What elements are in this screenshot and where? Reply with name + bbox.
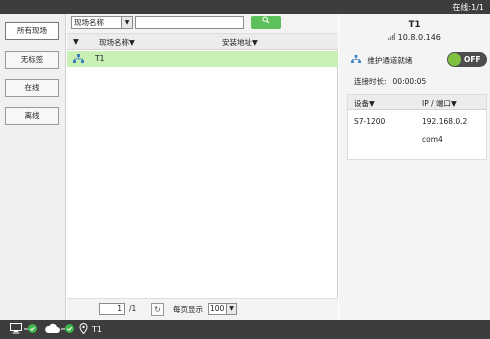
column-header-site-name[interactable]: 现场名称▼ — [99, 37, 135, 48]
nav-online-button[interactable]: 在线 — [5, 79, 59, 97]
status-footer: T1 — [0, 320, 490, 339]
page-total: /1 — [129, 304, 137, 313]
search-filter-value: 现场名称 — [74, 18, 104, 27]
per-page-label: 每页显示 — [173, 305, 203, 314]
online-count: 在线:1/1 — [452, 3, 484, 12]
nav-untagged-button[interactable]: 无标签 — [5, 51, 59, 69]
detail-ip-text: 10.8.0.146 — [397, 33, 441, 42]
search-icon — [262, 16, 270, 26]
table-header: ▼ 现场名称▼ 安装地址▼ — [67, 34, 338, 50]
chevron-down-icon: ▼ — [226, 304, 236, 314]
footer-site-name: T1 — [92, 325, 102, 334]
left-nav: 所有现场 无标签 在线 离线 — [0, 14, 66, 320]
chevron-down-icon: ▼ — [121, 17, 132, 28]
nav-all-sites-button[interactable]: 所有现场 — [5, 22, 59, 40]
search-filter-select[interactable]: 现场名称 ▼ — [71, 16, 133, 29]
per-page-value: 100 — [210, 304, 225, 313]
device-table: 设备▼ IP / 端口▼ S7-1200 192.168.0.2 com4 — [347, 94, 487, 160]
location-pin-icon — [79, 322, 88, 336]
column-header-device[interactable]: 设备▼ — [354, 98, 375, 109]
toggle-label: OFF — [464, 55, 481, 64]
maintenance-label: 维护通道就绪 — [367, 56, 413, 65]
connection-duration-value: 00:00:05 — [392, 77, 427, 86]
cloud-icon — [44, 323, 60, 336]
device-address-cell: com4 — [422, 135, 443, 144]
device-name-cell: S7-1200 — [354, 117, 386, 126]
column-header-status[interactable]: ▼ — [73, 37, 79, 46]
per-page-select[interactable]: 100 ▼ — [208, 303, 237, 315]
device-address-cell: 192.168.0.2 — [422, 117, 468, 126]
connected-check-icon — [61, 323, 75, 336]
refresh-icon: ↻ — [154, 305, 161, 314]
connected-check-icon — [24, 323, 38, 336]
search-input[interactable] — [135, 16, 244, 29]
table-row[interactable]: T1 — [67, 51, 338, 67]
connection-duration: 连接时长: 00:00:05 — [354, 76, 426, 87]
refresh-button[interactable]: ↻ — [151, 303, 164, 316]
column-header-address[interactable]: 安装地址▼ — [222, 37, 258, 48]
search-bar: 现场名称 ▼ — [67, 14, 338, 34]
device-detail-panel: T1 10.8.0.146 维护通道就绪 OFF 连接时长: 00:00:05 设… — [339, 14, 490, 320]
pagination: 1 /1 ↻ 每页显示 100 ▼ — [67, 298, 338, 320]
top-bar: 在线:1/1 — [0, 0, 490, 14]
maintenance-toggle[interactable]: OFF — [447, 52, 487, 67]
network-icon — [73, 54, 84, 65]
column-header-ip-port[interactable]: IP / 端口▼ — [422, 98, 457, 109]
connection-duration-label: 连接时长: — [354, 77, 387, 86]
device-table-header: 设备▼ IP / 端口▼ — [348, 95, 486, 110]
toggle-knob — [448, 53, 461, 66]
site-list-panel: 现场名称 ▼ ▼ 现场名称▼ 安装地址▼ T1 1 /1 ↻ 每页显示 100 … — [67, 14, 338, 320]
network-icon — [351, 55, 363, 65]
detail-ip: 10.8.0.146 — [339, 33, 490, 42]
nav-offline-button[interactable]: 离线 — [5, 107, 59, 125]
page-number-input[interactable]: 1 — [99, 303, 125, 315]
search-button[interactable] — [251, 16, 281, 29]
maintenance-channel: 维护通道就绪 — [351, 55, 412, 66]
detail-title: T1 — [408, 20, 421, 30]
signal-icon — [388, 33, 398, 42]
site-name-cell: T1 — [95, 54, 105, 63]
monitor-icon — [10, 323, 22, 336]
